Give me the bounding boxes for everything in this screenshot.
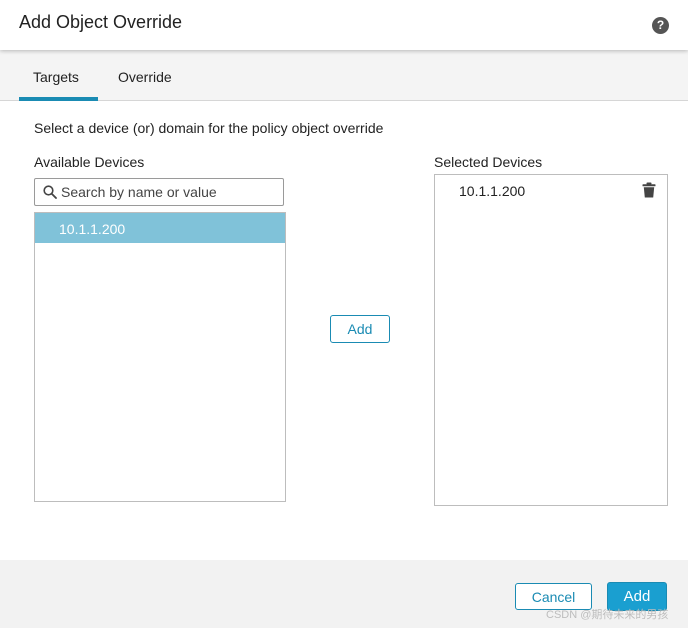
add-object-override-dialog: Add Object Override ? Targets Override S… xyxy=(0,0,688,628)
help-icon[interactable]: ? xyxy=(652,17,669,34)
trash-icon[interactable] xyxy=(642,182,656,198)
dialog-footer: Cancel Add CSDN @期待未来的男孩 xyxy=(0,560,688,628)
tab-bar: Targets Override xyxy=(0,50,688,101)
selected-device-item: 10.1.1.200 xyxy=(459,183,526,199)
available-devices-label: Available Devices xyxy=(34,154,145,170)
dialog-title: Add Object Override xyxy=(19,12,183,32)
search-icon xyxy=(43,185,57,199)
tab-targets[interactable]: Targets xyxy=(33,69,79,85)
tab-override[interactable]: Override xyxy=(118,69,172,85)
selected-devices-list: 10.1.1.200 xyxy=(434,174,668,506)
search-box[interactable] xyxy=(34,178,284,206)
available-devices-list: 10.1.1.200 xyxy=(34,212,286,502)
add-to-selected-button[interactable]: Add xyxy=(330,315,390,343)
available-device-item[interactable]: 10.1.1.200 xyxy=(35,213,285,243)
dialog-header: Add Object Override ? xyxy=(0,0,688,50)
search-input[interactable] xyxy=(61,179,281,205)
selected-devices-label: Selected Devices xyxy=(434,154,543,170)
instruction-text: Select a device (or) domain for the poli… xyxy=(34,120,384,136)
active-tab-indicator xyxy=(19,97,98,101)
watermark: CSDN @期待未来的男孩 xyxy=(546,609,669,621)
